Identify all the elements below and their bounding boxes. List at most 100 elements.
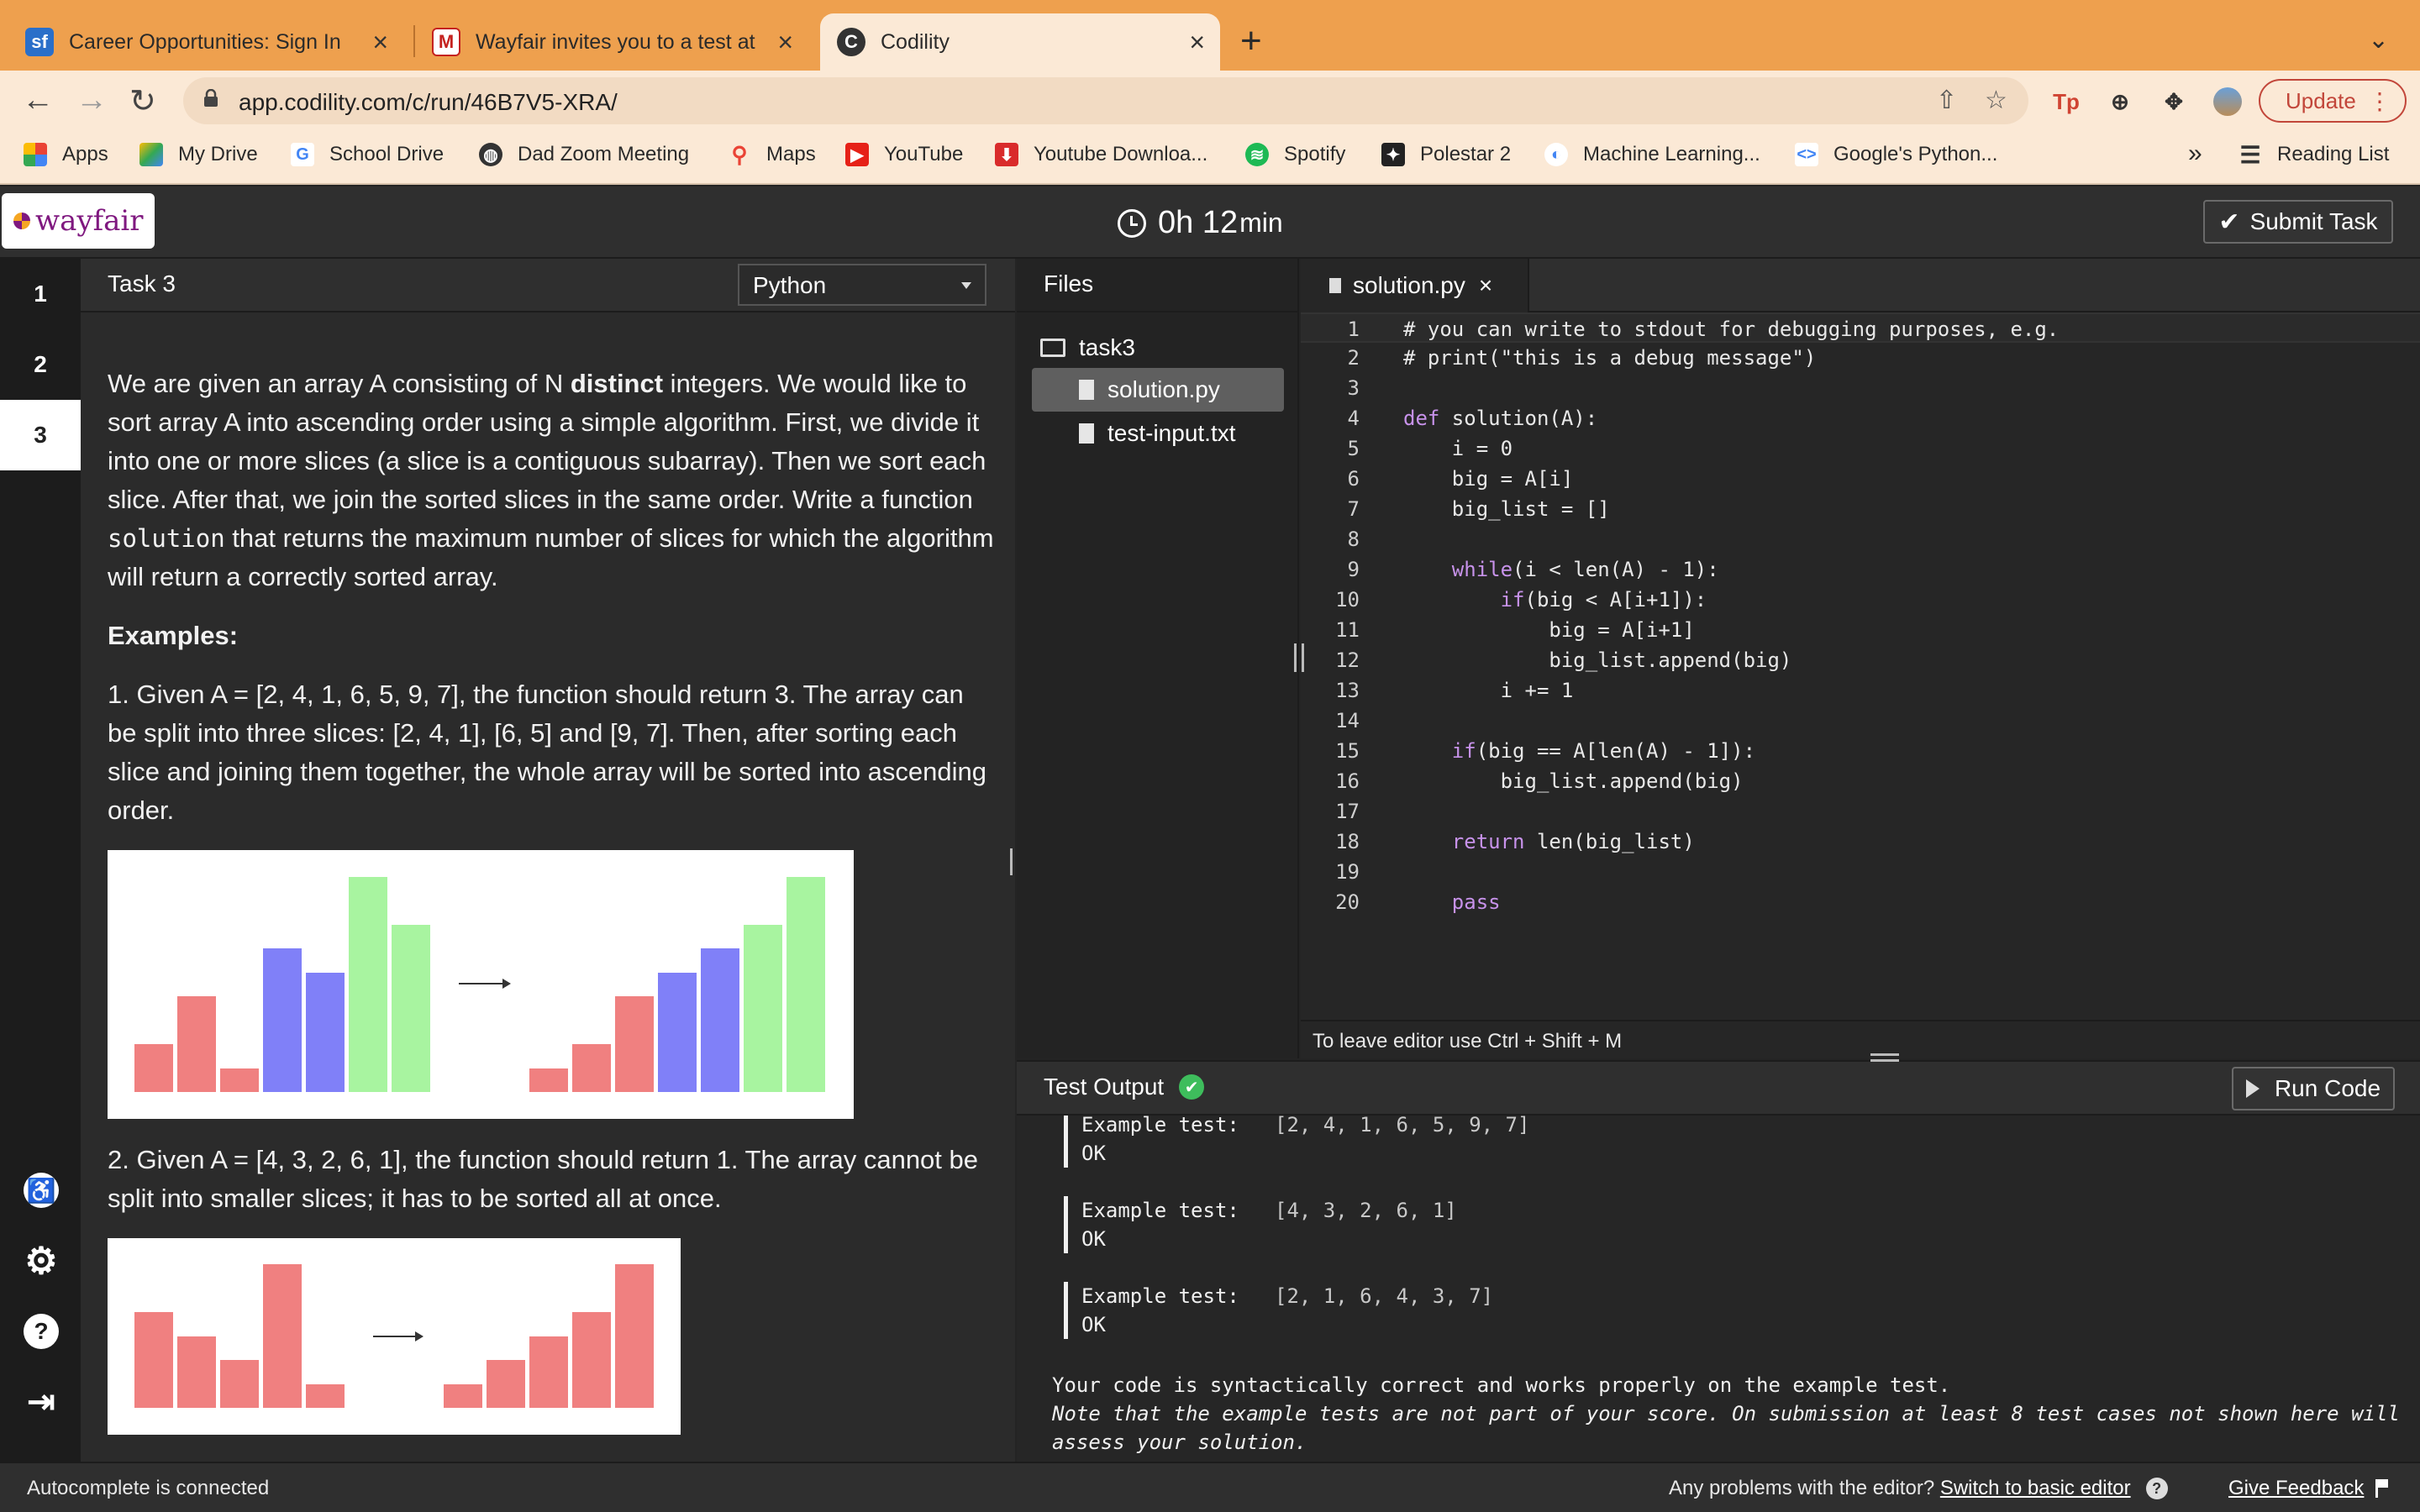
logout-icon[interactable]: ⇥ (24, 1383, 59, 1420)
checkmark-icon: ✔ (2218, 207, 2240, 236)
code-text[interactable]: big = A[i] (1403, 464, 1574, 494)
reading-list-button[interactable]: ☰ Reading List (2238, 142, 2389, 168)
lock-icon (204, 89, 218, 107)
puzzle-extensions-icon[interactable]: ✥ (2160, 87, 2188, 116)
code-line[interactable]: 1 # you can write to stdout for debugging… (1301, 312, 2420, 343)
bookmark-youtube-downloader[interactable]: ⬇ Youtube Downloa... (995, 143, 1207, 166)
share-icon[interactable]: ⇧ (1936, 86, 1957, 115)
task-nav-1[interactable]: 1 (0, 259, 81, 329)
bookmark-google-python[interactable]: <> Google's Python... (1795, 143, 1997, 166)
bookmark-school-drive[interactable]: G School Drive (291, 143, 444, 166)
code-area[interactable]: 1 # you can write to stdout for debugging… (1301, 312, 2420, 917)
code-line[interactable]: 13 i += 1 (1301, 675, 2420, 706)
code-line[interactable]: 7 big_list = [] (1301, 494, 2420, 524)
code-line[interactable]: 3 (1301, 373, 2420, 403)
code-line[interactable]: 19 (1301, 857, 2420, 887)
file-solution-py[interactable]: solution.py (1032, 368, 1284, 412)
editor-resize-handle[interactable] (1294, 643, 1304, 672)
code-text[interactable]: def solution(A): (1403, 403, 1597, 433)
output-resize-grip[interactable] (1870, 1053, 1899, 1062)
help-icon[interactable]: ? (2145, 1478, 2168, 1499)
line-number: 3 (1347, 376, 1360, 400)
bookmark-apps[interactable]: Apps (24, 143, 108, 166)
bookmark-polestar[interactable]: ✦ Polestar 2 (1381, 143, 1511, 166)
bookmark-youtube[interactable]: ▶ YouTube (845, 143, 963, 166)
code-line[interactable]: 16 big_list.append(big) (1301, 766, 2420, 796)
code-text[interactable]: big_list.append(big) (1403, 766, 1744, 796)
code-line[interactable]: 6 big = A[i] (1301, 464, 2420, 494)
folder-task3[interactable]: task3 (1032, 326, 1284, 370)
language-select[interactable]: Python (738, 264, 986, 306)
code-line[interactable]: 8 (1301, 524, 2420, 554)
code-line[interactable]: 2 # print("this is a debug message") (1301, 343, 2420, 373)
back-arrow-icon[interactable]: ← (22, 82, 54, 118)
browser-tab-wayfair-invite[interactable]: M Wayfair invites you to a test at × (432, 13, 808, 71)
figure-bar (529, 1068, 568, 1092)
code-text[interactable]: while(i < len(A) - 1): (1403, 554, 1719, 585)
close-icon[interactable]: × (1189, 27, 1205, 58)
give-feedback-link[interactable]: Give Feedback (2228, 1477, 2364, 1500)
code-text[interactable]: # you can write to stdout for debugging … (1403, 314, 2059, 344)
code-text[interactable]: big = A[i+1] (1403, 615, 1694, 645)
test-result: Example test: [2, 4, 1, 6, 5, 9, 7] OK (1064, 1116, 1529, 1168)
gear-icon[interactable]: ⚙ (24, 1241, 59, 1282)
close-icon[interactable]: × (372, 27, 388, 58)
bookmark-my-drive[interactable]: My Drive (139, 143, 258, 166)
code-text[interactable]: big_list = [] (1403, 494, 1610, 524)
code-text[interactable]: if(big < A[i+1]): (1403, 585, 1707, 615)
submit-task-button[interactable]: ✔ Submit Task (2203, 200, 2393, 244)
code-line[interactable]: 20 pass (1301, 887, 2420, 917)
code-text[interactable]: i += 1 (1403, 675, 1574, 706)
task-nav-3[interactable]: 3 (0, 400, 81, 470)
more-bookmarks-chevron[interactable]: » (2188, 139, 2202, 168)
editor-tab-solution-py[interactable]: solution.py × (1301, 259, 1529, 312)
code-line[interactable]: 18 return len(big_list) (1301, 827, 2420, 857)
line-number: 14 (1335, 709, 1360, 732)
browser-tab-career[interactable]: sf Career Opportunities: Sign In × (25, 13, 403, 71)
address-bar[interactable]: app.codility.com/c/run/46B7V5-XRA/ ⇧ ☆ (183, 77, 2028, 124)
profile-avatar[interactable] (2213, 87, 2242, 116)
code-text[interactable]: if(big == A[len(A) - 1]): (1403, 736, 1755, 766)
bookmark-dad-zoom[interactable]: ◍ Dad Zoom Meeting (479, 143, 689, 166)
code-text[interactable]: big_list.append(big) (1403, 645, 1791, 675)
url-text[interactable]: app.codility.com/c/run/46B7V5-XRA/ (239, 89, 618, 116)
code-text[interactable]: i = 0 (1403, 433, 1512, 464)
give-feedback[interactable]: Give Feedback (2228, 1477, 2389, 1500)
code-text[interactable]: pass (1403, 887, 1501, 917)
run-code-button[interactable]: Run Code (2232, 1067, 2395, 1110)
code-line[interactable]: 11 big = A[i+1] (1301, 615, 2420, 645)
tab-search-chevron-icon[interactable]: ⌄ (2368, 25, 2389, 55)
bookmark-star-icon[interactable]: ☆ (1985, 86, 2007, 115)
accessibility-icon[interactable]: ♿ (24, 1173, 59, 1208)
bookmark-machine-learning[interactable]: ◐ Machine Learning... (1544, 143, 1760, 166)
task-nav-2[interactable]: 2 (0, 329, 81, 400)
reload-icon[interactable]: ↻ (129, 82, 156, 120)
code-text[interactable]: return len(big_list) (1403, 827, 1695, 857)
switch-basic-editor-link[interactable]: Switch to basic editor (1940, 1477, 2131, 1500)
file-test-input-txt[interactable]: test-input.txt (1032, 412, 1284, 455)
circle-extension-icon[interactable]: ⊕ (2106, 87, 2134, 116)
code-text[interactable]: # print("this is a debug message") (1403, 343, 1816, 373)
bookmark-maps[interactable]: ⚲ Maps (728, 142, 815, 167)
summary-text: Your code is syntactically correct and w… (1052, 1373, 1951, 1397)
browser-tab-codility[interactable]: C Codility × (820, 13, 1220, 71)
new-tab-button[interactable]: + (1240, 20, 1262, 62)
code-line[interactable]: 10 if(big < A[i+1]): (1301, 585, 2420, 615)
code-line[interactable]: 14 (1301, 706, 2420, 736)
code-line[interactable]: 9 while(i < len(A) - 1): (1301, 554, 2420, 585)
close-icon[interactable]: × (1479, 272, 1492, 299)
file-label: solution.py (1107, 376, 1220, 402)
tp-extension-icon[interactable]: Tp (2052, 87, 2081, 116)
help-icon[interactable]: ? (24, 1314, 59, 1349)
close-icon[interactable]: × (777, 27, 793, 58)
update-button[interactable]: Update ⋮ (2259, 79, 2407, 123)
code-editor[interactable]: solution.py × 1 # you can write to stdout… (1301, 259, 2420, 1058)
bookmark-spotify[interactable]: ≋ Spotify (1245, 143, 1345, 166)
forward-arrow-icon[interactable]: → (76, 82, 108, 118)
code-line[interactable]: 4 def solution(A): (1301, 403, 2420, 433)
code-line[interactable]: 15 if(big == A[len(A) - 1]): (1301, 736, 2420, 766)
code-line[interactable]: 17 (1301, 796, 2420, 827)
code-line[interactable]: 12 big_list.append(big) (1301, 645, 2420, 675)
more-bookmarks-label: » (2188, 139, 2202, 167)
code-line[interactable]: 5 i = 0 (1301, 433, 2420, 464)
